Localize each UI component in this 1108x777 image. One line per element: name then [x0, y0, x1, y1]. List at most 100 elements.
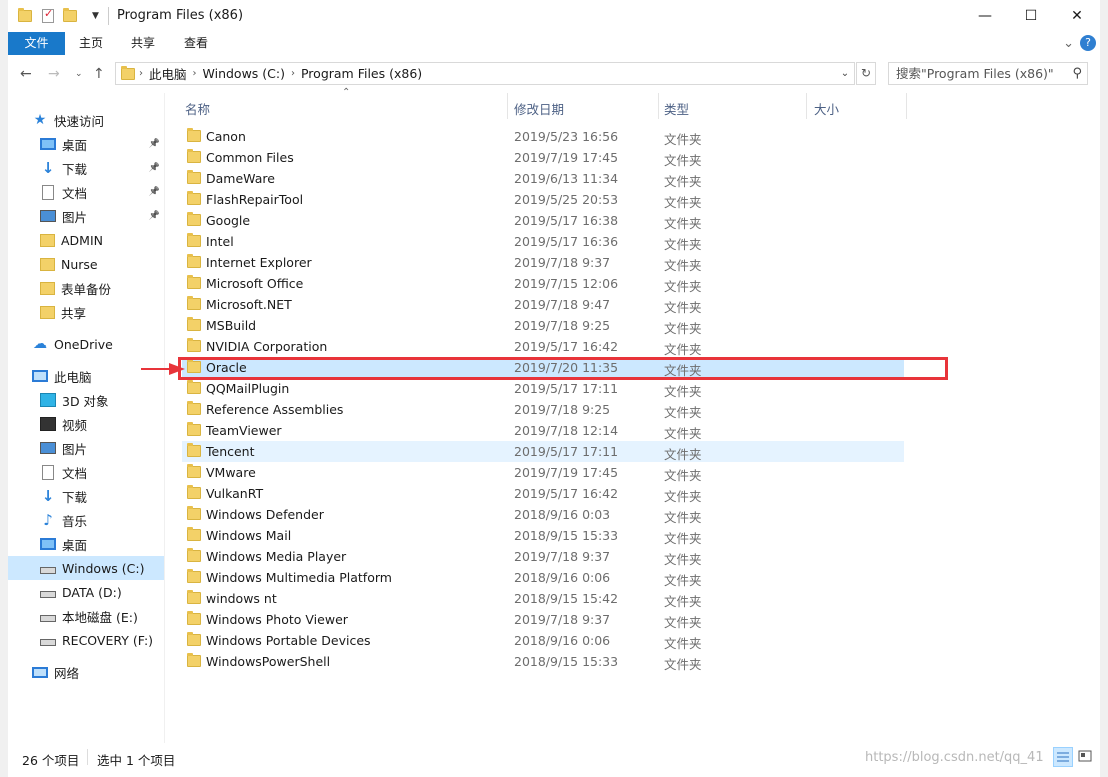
nav-pc-item[interactable]: DATA (D:): [8, 580, 164, 604]
file-row[interactable]: Intel 2019/5/17 16:36 文件夹: [182, 231, 904, 252]
breadcrumb-chevron-icon[interactable]: ›: [139, 68, 143, 79]
pin-icon[interactable]: 📌: [149, 211, 160, 221]
search-input[interactable]: 搜索"Program Files (x86)": [896, 66, 1054, 81]
status-divider: [87, 749, 88, 765]
nav-quick-access[interactable]: ★ 快速访问: [8, 108, 164, 132]
folder-icon: [187, 464, 201, 478]
file-row[interactable]: Windows Mail 2018/9/15 15:33 文件夹: [182, 525, 904, 546]
file-row[interactable]: WindowsPowerShell 2018/9/15 15:33 文件夹: [182, 651, 904, 672]
back-arrow-icon[interactable]: ←: [20, 66, 32, 82]
column-header-type[interactable]: 类型: [664, 99, 689, 118]
minimize-button[interactable]: —: [962, 0, 1008, 32]
file-row[interactable]: Windows Photo Viewer 2019/7/18 9:37 文件夹: [182, 609, 904, 630]
nav-pc-item[interactable]: ↓ 下载: [8, 484, 164, 508]
customize-toolbar-chevron-icon[interactable]: ▼: [92, 6, 99, 26]
file-row[interactable]: Reference Assemblies 2019/7/18 9:25 文件夹: [182, 399, 904, 420]
nav-pc-item[interactable]: Windows (C:): [8, 556, 164, 580]
tab-home[interactable]: 主页: [65, 32, 117, 55]
properties-quick-button[interactable]: [42, 6, 54, 26]
nav-onedrive[interactable]: ☁ OneDrive: [8, 332, 164, 356]
nav-quick-item[interactable]: 图片 📌: [8, 204, 164, 228]
column-header-modified[interactable]: 修改日期: [514, 99, 564, 118]
breadcrumb-this-pc[interactable]: 此电脑: [149, 64, 187, 83]
file-row[interactable]: Oracle 2019/7/20 11:35 文件夹: [182, 357, 904, 378]
file-row[interactable]: Canon 2019/5/23 16:56 文件夹: [182, 126, 904, 147]
tab-share[interactable]: 共享: [117, 32, 169, 55]
up-arrow-icon[interactable]: ↑: [93, 66, 105, 82]
nav-quick-item[interactable]: 共享: [8, 300, 164, 324]
refresh-icon[interactable]: ↻: [856, 62, 876, 85]
file-row[interactable]: windows nt 2018/9/15 15:42 文件夹: [182, 588, 904, 609]
breadcrumb-chevron-icon[interactable]: ›: [291, 68, 295, 79]
tab-file[interactable]: 文件: [8, 32, 65, 55]
expand-ribbon-chevron-icon[interactable]: ⌄: [1063, 36, 1074, 51]
folder-icon: [187, 506, 201, 520]
recent-locations-chevron-icon[interactable]: ⌄: [75, 69, 83, 79]
column-divider[interactable]: [906, 93, 907, 119]
file-row[interactable]: Microsoft.NET 2019/7/18 9:47 文件夹: [182, 294, 904, 315]
file-row[interactable]: QQMailPlugin 2019/5/17 17:11 文件夹: [182, 378, 904, 399]
nav-pc-item[interactable]: 本地磁盘 (E:): [8, 604, 164, 628]
forward-arrow-icon[interactable]: →: [48, 66, 60, 82]
column-header-size[interactable]: 大小: [814, 99, 839, 118]
new-folder-quick-button[interactable]: [63, 6, 77, 26]
file-row[interactable]: Windows Media Player 2019/7/18 9:37 文件夹: [182, 546, 904, 567]
file-name: Microsoft Office: [206, 276, 304, 291]
close-button[interactable]: ✕: [1054, 0, 1100, 32]
file-row[interactable]: Common Files 2019/7/19 17:45 文件夹: [182, 147, 904, 168]
nav-quick-item[interactable]: Nurse: [8, 252, 164, 276]
file-row[interactable]: NVIDIA Corporation 2019/5/17 16:42 文件夹: [182, 336, 904, 357]
breadcrumb-drive-c[interactable]: Windows (C:): [203, 66, 285, 81]
maximize-button[interactable]: ☐: [1008, 0, 1054, 32]
pin-icon[interactable]: 📌: [149, 163, 160, 173]
search-box[interactable]: 搜索"Program Files (x86)" ⚲: [888, 62, 1088, 85]
file-row[interactable]: FlashRepairTool 2019/5/25 20:53 文件夹: [182, 189, 904, 210]
breadcrumb-chevron-icon[interactable]: ›: [193, 68, 197, 79]
nav-quick-item[interactable]: 表单备份: [8, 276, 164, 300]
file-row[interactable]: MSBuild 2019/7/18 9:25 文件夹: [182, 315, 904, 336]
large-icons-view-icon[interactable]: [1076, 747, 1096, 767]
nav-quick-item[interactable]: 文档 📌: [8, 180, 164, 204]
pin-icon[interactable]: 📌: [149, 139, 160, 149]
pictures-icon: [40, 442, 56, 454]
column-header-name[interactable]: 名称: [185, 99, 210, 118]
nav-quick-item[interactable]: 桌面 📌: [8, 132, 164, 156]
nav-label: 文档: [62, 185, 88, 201]
file-row[interactable]: TeamViewer 2019/7/18 12:14 文件夹: [182, 420, 904, 441]
file-row[interactable]: VulkanRT 2019/5/17 16:42 文件夹: [182, 483, 904, 504]
file-row[interactable]: Windows Portable Devices 2018/9/16 0:06 文件…: [182, 630, 904, 651]
help-icon[interactable]: ?: [1080, 35, 1096, 51]
file-modified-date: 2019/5/25 20:53: [514, 192, 619, 207]
breadcrumb-program-files[interactable]: Program Files (x86): [301, 66, 422, 81]
nav-pc-item[interactable]: ♪ 音乐: [8, 508, 164, 532]
nav-network[interactable]: 网络: [8, 660, 164, 684]
details-view-icon[interactable]: [1053, 747, 1073, 767]
file-row[interactable]: Microsoft Office 2019/7/15 12:06 文件夹: [182, 273, 904, 294]
nav-pc-item[interactable]: 文档: [8, 460, 164, 484]
nav-pc-item[interactable]: RECOVERY (F:): [8, 628, 164, 652]
pin-icon[interactable]: 📌: [149, 187, 160, 197]
nav-quick-item[interactable]: ADMIN: [8, 228, 164, 252]
column-divider[interactable]: [658, 93, 659, 119]
file-row[interactable]: Internet Explorer 2019/7/18 9:37 文件夹: [182, 252, 904, 273]
tab-view[interactable]: 查看: [170, 32, 222, 55]
file-name: Windows Media Player: [206, 549, 347, 564]
nav-pc-item[interactable]: 桌面: [8, 532, 164, 556]
file-row[interactable]: VMware 2019/7/19 17:45 文件夹: [182, 462, 904, 483]
file-row[interactable]: Tencent 2019/5/17 17:11 文件夹: [182, 441, 904, 462]
cloud-icon: ☁: [33, 336, 47, 352]
address-dropdown-chevron-icon[interactable]: ⌄: [836, 63, 854, 84]
nav-pc-item[interactable]: 视频: [8, 412, 164, 436]
file-row[interactable]: DameWare 2019/6/13 11:34 文件夹: [182, 168, 904, 189]
column-divider[interactable]: [806, 93, 807, 119]
file-row[interactable]: Google 2019/5/17 16:38 文件夹: [182, 210, 904, 231]
nav-quick-item[interactable]: ↓ 下载 📌: [8, 156, 164, 180]
folder-icon: [187, 443, 201, 457]
folder-icon: [187, 422, 201, 436]
nav-pc-item[interactable]: 图片: [8, 436, 164, 460]
file-row[interactable]: Windows Multimedia Platform 2018/9/16 0:0…: [182, 567, 904, 588]
column-divider[interactable]: [507, 93, 508, 119]
nav-pc-item[interactable]: 3D 对象: [8, 388, 164, 412]
file-row[interactable]: Windows Defender 2018/9/16 0:03 文件夹: [182, 504, 904, 525]
address-bar[interactable]: › 此电脑 › Windows (C:) › Program Files (x8…: [115, 62, 855, 85]
